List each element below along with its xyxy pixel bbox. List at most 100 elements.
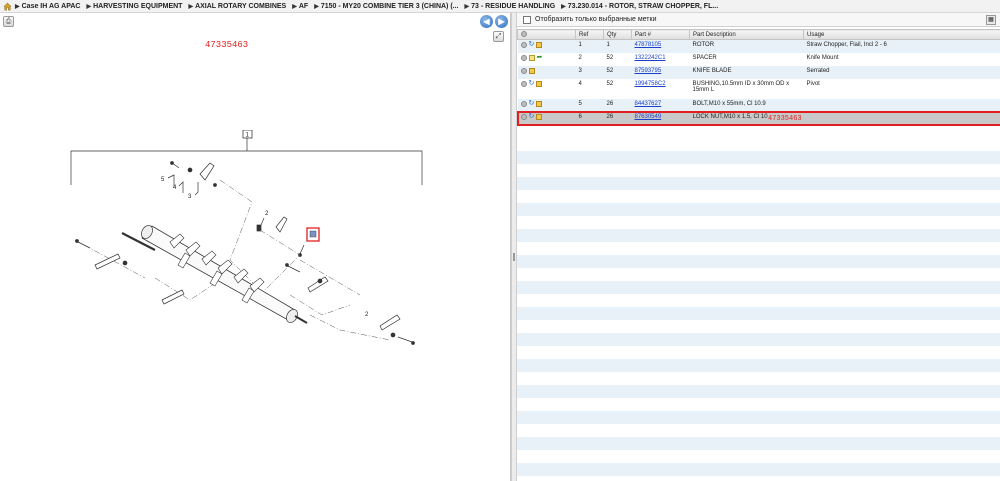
part-number-link[interactable]: 87593795 xyxy=(635,68,662,74)
add-to-cart-icon[interactable] xyxy=(520,54,527,61)
part-number-link[interactable]: 47878105 xyxy=(635,42,662,48)
part-number-link[interactable]: 1322242C1 xyxy=(635,55,666,61)
cell-ref: 4 xyxy=(575,78,604,99)
cell-usage xyxy=(803,98,1000,112)
package-icon[interactable] xyxy=(536,80,543,87)
breadcrumb-item[interactable]: ▶ AXIAL ROTARY COMBINES xyxy=(188,3,286,10)
cell-qty: 52 xyxy=(603,65,632,79)
empty-rows xyxy=(517,138,1000,481)
parts-list-panel: Отобразить только выбранные метки ▦ Ref … xyxy=(516,13,1000,481)
callout-4: 4 xyxy=(173,185,177,191)
chevron-right-icon: ▶ xyxy=(292,3,297,10)
part-number-link[interactable]: 84437627 xyxy=(635,101,662,107)
column-header-ref[interactable]: Ref xyxy=(575,29,604,40)
table-row[interactable]: 3 52 87593795 KNIFE BLADE Serrated xyxy=(517,65,1000,79)
exploded-parts-drawing[interactable]: 1 5 4 3 2 2 xyxy=(60,130,440,355)
filter-bar: Отобразить только выбранные метки ▦ xyxy=(517,13,1000,27)
breadcrumb-label[interactable]: 73.230.014 - ROTOR, STRAW CHOPPER, FL... xyxy=(568,3,718,10)
breadcrumb-label[interactable]: 7150 - MY20 COMBINE TIER 3 (CHINA) (... xyxy=(321,3,459,10)
column-header-qty[interactable]: Qty xyxy=(603,29,632,40)
cell-usage: Straw Chopper, Flail, Incl 2 - 6 xyxy=(803,39,1000,53)
drawing-annotation: 47335463 xyxy=(205,40,249,50)
package-icon[interactable] xyxy=(528,67,535,74)
package-icon[interactable] xyxy=(536,113,543,120)
table-row-selected[interactable]: ↻ 6 26 87630549 LOCK NUT,M10 x 1.5, Cl 1… xyxy=(516,110,1000,126)
cell-description: KNIFE BLADE xyxy=(689,65,804,79)
cell-qty: 26 xyxy=(603,111,632,125)
cell-ref: 3 xyxy=(575,65,604,79)
chevron-right-icon: ▶ xyxy=(15,3,20,10)
chevron-right-icon: ▶ xyxy=(86,3,92,10)
breadcrumb-item[interactable]: ▶ 7150 - MY20 COMBINE TIER 3 (CHINA) (... xyxy=(314,3,458,10)
cell-description: ROTOR xyxy=(689,39,804,53)
cell-qty: 52 xyxy=(603,78,632,99)
chevron-right-icon: ▶ xyxy=(464,3,470,10)
print-icon[interactable]: ⎙ xyxy=(3,16,14,27)
table-row[interactable]: ↻ 4 52 1994758C2 BUSHING,10.5mm ID x 30m… xyxy=(517,78,1000,99)
add-to-cart-icon[interactable] xyxy=(520,113,527,120)
column-header-description[interactable]: Part Description xyxy=(689,29,804,40)
callout-3: 3 xyxy=(188,194,192,200)
breadcrumb-item[interactable]: ▶ HARVESTING EQUIPMENT xyxy=(87,3,183,10)
cell-description: BUSHING,10.5mm ID x 30mm OD x 15mm L xyxy=(689,78,804,99)
info-icon[interactable]: ↻ xyxy=(529,113,535,120)
add-all-icon[interactable] xyxy=(521,31,527,38)
breadcrumb-label[interactable]: AF xyxy=(299,3,308,10)
cell-usage: Knife Mount xyxy=(803,52,1000,66)
info-icon[interactable]: ↻ xyxy=(529,100,535,107)
breadcrumb-label[interactable]: 73 - RESIDUE HANDLING xyxy=(471,3,555,10)
breadcrumb-item[interactable]: ▶ 73.230.014 - ROTOR, STRAW CHOPPER, FL..… xyxy=(561,3,718,10)
settings-icon[interactable]: ▦ xyxy=(986,15,996,25)
breadcrumb-label[interactable]: Case IH AG APAC xyxy=(22,3,81,10)
breadcrumb-label[interactable]: HARVESTING EQUIPMENT xyxy=(93,3,182,10)
package-icon[interactable] xyxy=(536,100,543,107)
chevron-right-icon: ▶ xyxy=(314,3,319,10)
add-to-cart-icon[interactable] xyxy=(520,100,527,107)
breadcrumb-item[interactable]: ▶ AF xyxy=(292,3,308,10)
part-number-link[interactable]: 87630549 xyxy=(635,114,662,120)
add-to-cart-icon[interactable] xyxy=(520,80,527,87)
table-row[interactable]: ↻ 1 1 47878105 ROTOR Straw Chopper, Flai… xyxy=(517,39,1000,53)
cell-description: SPACER xyxy=(689,52,804,66)
cell-ref: 5 xyxy=(575,98,604,112)
table-row[interactable]: ➦ 2 52 1322242C1 SPACER Knife Mount xyxy=(517,52,1000,66)
select-all-header[interactable] xyxy=(517,29,576,40)
show-selected-label[interactable]: Отобразить только выбранные метки xyxy=(535,16,656,23)
breadcrumb-item[interactable]: ▶ Case IH AG APAC xyxy=(15,3,81,10)
fit-to-window-icon[interactable]: ⤢ xyxy=(493,31,504,42)
previous-page-button[interactable]: ◀ xyxy=(480,15,493,28)
show-selected-checkbox[interactable] xyxy=(523,15,531,24)
info-icon[interactable]: ↻ xyxy=(529,80,535,87)
cell-usage: Pivot xyxy=(803,78,1000,99)
callout-2b: 2 xyxy=(365,312,369,318)
callout-2: 2 xyxy=(265,211,269,217)
package-icon[interactable] xyxy=(536,42,543,48)
cell-ref: 1 xyxy=(575,39,604,53)
next-page-button[interactable]: ▶ xyxy=(495,15,508,28)
column-header-usage[interactable]: Usage xyxy=(803,29,1000,40)
callout-5: 5 xyxy=(161,177,165,183)
splitter-grip[interactable] xyxy=(513,253,515,261)
breadcrumb-label[interactable]: AXIAL ROTARY COMBINES xyxy=(195,3,286,10)
cell-ref: 2 xyxy=(575,52,604,66)
add-to-cart-icon[interactable] xyxy=(520,67,527,74)
cell-qty: 1 xyxy=(603,39,632,53)
cell-usage: Serrated xyxy=(803,65,1000,79)
chevron-right-icon: ▶ xyxy=(188,3,194,10)
add-to-cart-icon[interactable] xyxy=(520,42,527,48)
table-row[interactable]: ↻ 5 26 84437627 BOLT,M10 x 55mm, Cl 10.9 xyxy=(517,98,1000,112)
breadcrumb: ▶ Case IH AG APAC ▶ HARVESTING EQUIPMENT ▶… xyxy=(0,0,1000,13)
breadcrumb-item[interactable]: ▶ 73 - RESIDUE HANDLING xyxy=(465,3,556,10)
home-icon[interactable] xyxy=(3,2,12,11)
note-icon[interactable] xyxy=(528,54,535,61)
cell-description: BOLT,M10 x 55mm, Cl 10.9 xyxy=(689,98,804,112)
cell-qty: 26 xyxy=(603,98,632,112)
column-header-part[interactable]: Part # xyxy=(631,29,690,40)
cell-usage xyxy=(803,111,1000,125)
info-icon[interactable]: ↻ xyxy=(529,41,535,48)
table-header: Ref Qty Part # Part Description Usage xyxy=(517,29,1000,40)
cell-qty: 52 xyxy=(603,52,632,66)
part-number-link[interactable]: 1994758C2 xyxy=(635,81,666,87)
replacement-icon[interactable]: ➦ xyxy=(537,54,543,61)
drawing-panel: ⎙ ◀ ▶ ⤢ 47335463 1 5 4 3 2 2 xyxy=(0,13,511,481)
